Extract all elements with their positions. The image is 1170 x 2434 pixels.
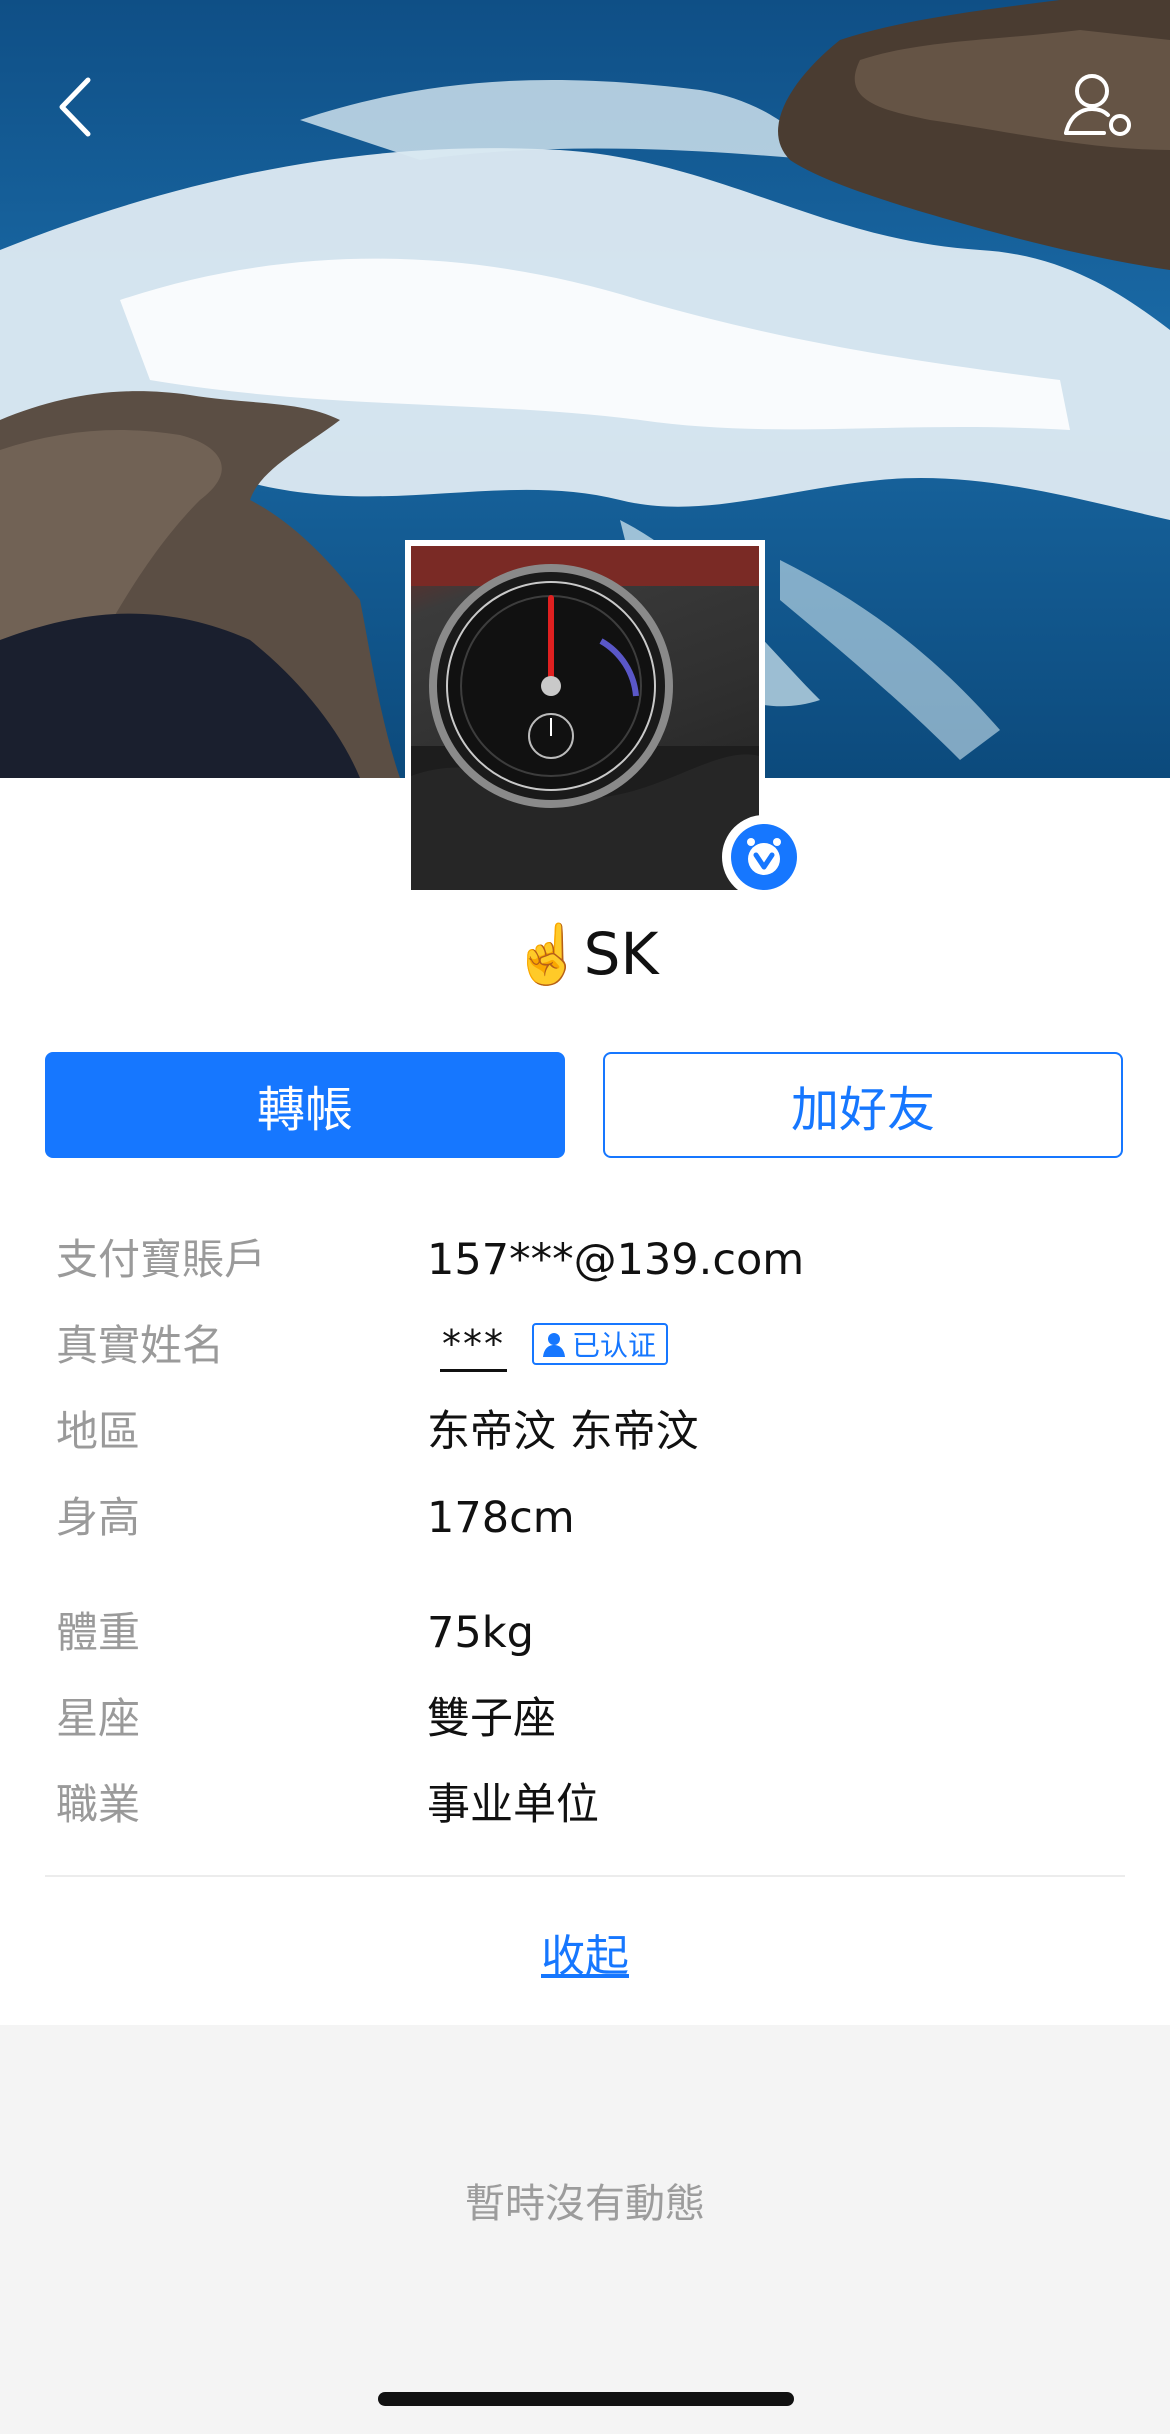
height-label: 身高 — [56, 1493, 141, 1542]
alipay-value: 157***@139.com — [427, 1235, 805, 1285]
job-value: 事业单位 — [427, 1780, 599, 1830]
info-row-job: 職業 事业单位 — [0, 1770, 1170, 1840]
info-row-alipay: 支付寶賬戶 157***@139.com — [0, 1225, 1170, 1295]
profile-settings-button[interactable] — [1060, 65, 1140, 145]
certified-badge: 已认证 — [532, 1323, 669, 1365]
back-button[interactable] — [40, 60, 110, 150]
zodiac-value: 雙子座 — [427, 1694, 556, 1744]
region-label: 地區 — [56, 1407, 141, 1456]
height-value: 178cm — [427, 1493, 575, 1543]
empty-feed-text: 暫時沒有動態 — [465, 2181, 705, 2227]
user-settings-icon — [1064, 74, 1131, 136]
chevron-left-icon — [59, 77, 91, 137]
collapse-link[interactable]: 收起 — [0, 1920, 1170, 1984]
avatar-image — [411, 546, 759, 890]
alipay-label: 支付寶賬戶 — [56, 1235, 267, 1284]
verified-v-icon — [731, 824, 797, 890]
info-row-height: 身高 178cm — [0, 1483, 1170, 1553]
info-row-weight: 體重 75kg — [0, 1598, 1170, 1668]
avatar[interactable] — [405, 540, 765, 896]
certified-label: 已认证 — [572, 1329, 657, 1362]
add-friend-button[interactable]: 加好友 — [603, 1052, 1123, 1158]
home-indicator[interactable] — [378, 2392, 794, 2406]
info-row-region: 地區 东帝汶 东帝汶 — [0, 1397, 1170, 1467]
real-name-value: *** — [440, 1319, 507, 1372]
weight-label: 體重 — [56, 1608, 141, 1657]
info-row-zodiac: 星座 雙子座 — [0, 1684, 1170, 1754]
certified-person-icon — [543, 1333, 565, 1357]
display-name: ☝️SK — [511, 920, 659, 988]
job-label: 職業 — [56, 1780, 141, 1829]
real-name-label: 真實姓名 — [56, 1321, 225, 1370]
divider — [45, 1875, 1125, 1877]
weight-value: 75kg — [427, 1608, 534, 1658]
feed-section: 暫時沒有動態 — [0, 2025, 1170, 2434]
speedometer-photo — [411, 546, 759, 890]
verified-badge — [722, 815, 806, 899]
region-value: 东帝汶 东帝汶 — [427, 1407, 699, 1457]
zodiac-label: 星座 — [56, 1694, 141, 1743]
info-row-real-name: 真實姓名 *** 已认证 — [0, 1311, 1170, 1381]
transfer-button[interactable]: 轉帳 — [45, 1052, 565, 1158]
